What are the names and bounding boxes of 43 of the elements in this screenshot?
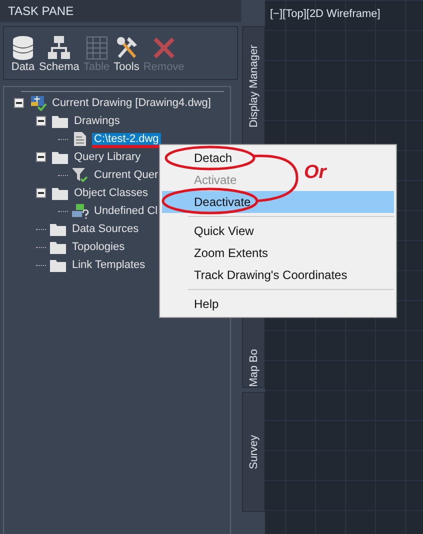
wrench-hammer-icon [114, 35, 138, 61]
folder-icon [49, 239, 67, 255]
hierarchy-icon [47, 35, 72, 61]
menu-item[interactable]: Help [162, 293, 225, 315]
tree-item[interactable]: Current Quer [92, 169, 160, 181]
document-icon [71, 131, 89, 147]
menu-item[interactable]: Quick View [162, 220, 260, 242]
collapse-toggle[interactable] [36, 116, 46, 126]
viewport-label[interactable]: [−][Top][2D Wireframe] [270, 8, 380, 20]
tree-item[interactable]: Topologies [70, 241, 127, 253]
toolbar-button[interactable]: Data [11, 35, 35, 75]
grid-icon [84, 35, 108, 61]
tree-item[interactable]: Data Sources [70, 223, 141, 235]
tree-item[interactable]: Current Drawing [Drawing4.dwg] [50, 97, 213, 109]
side-tab[interactable]: Survey [242, 392, 265, 512]
annotation-text: Or [304, 162, 326, 184]
collapse-toggle[interactable] [36, 188, 46, 198]
menu-item[interactable]: Deactivate [162, 191, 394, 213]
tree-item[interactable]: Undefined Cl [92, 205, 160, 217]
toolbar-button[interactable]: Schema [39, 35, 80, 75]
folder-icon [49, 221, 67, 237]
toolbar-button[interactable]: Tools [114, 35, 140, 75]
tree-item[interactable]: Object Classes [72, 187, 150, 199]
collapse-toggle[interactable] [36, 152, 46, 162]
folder-icon [51, 149, 69, 165]
folder-icon [51, 113, 69, 129]
map-layers-icon [29, 95, 47, 111]
menu-item[interactable]: Detach [162, 147, 238, 169]
folder-icon [49, 257, 67, 273]
class-icon [71, 203, 89, 219]
database-icon [11, 35, 35, 61]
collapse-toggle[interactable] [14, 98, 24, 108]
funnel-icon [71, 167, 89, 183]
tree-item[interactable]: Drawings [72, 115, 122, 127]
menu-item[interactable]: Track Drawing's Coordinates [162, 264, 354, 286]
side-tab[interactable]: Display Manager [242, 26, 265, 146]
tree-item[interactable]: Link Templates [70, 259, 148, 271]
menu-item[interactable]: Zoom Extents [162, 242, 274, 264]
tree-item[interactable]: C:\test-2.dwg [92, 133, 161, 145]
tree-item[interactable]: Query Library [72, 151, 143, 163]
folder-icon [51, 185, 69, 201]
x-mark-icon [152, 35, 176, 61]
pane-title: TASK PANE [0, 0, 241, 22]
